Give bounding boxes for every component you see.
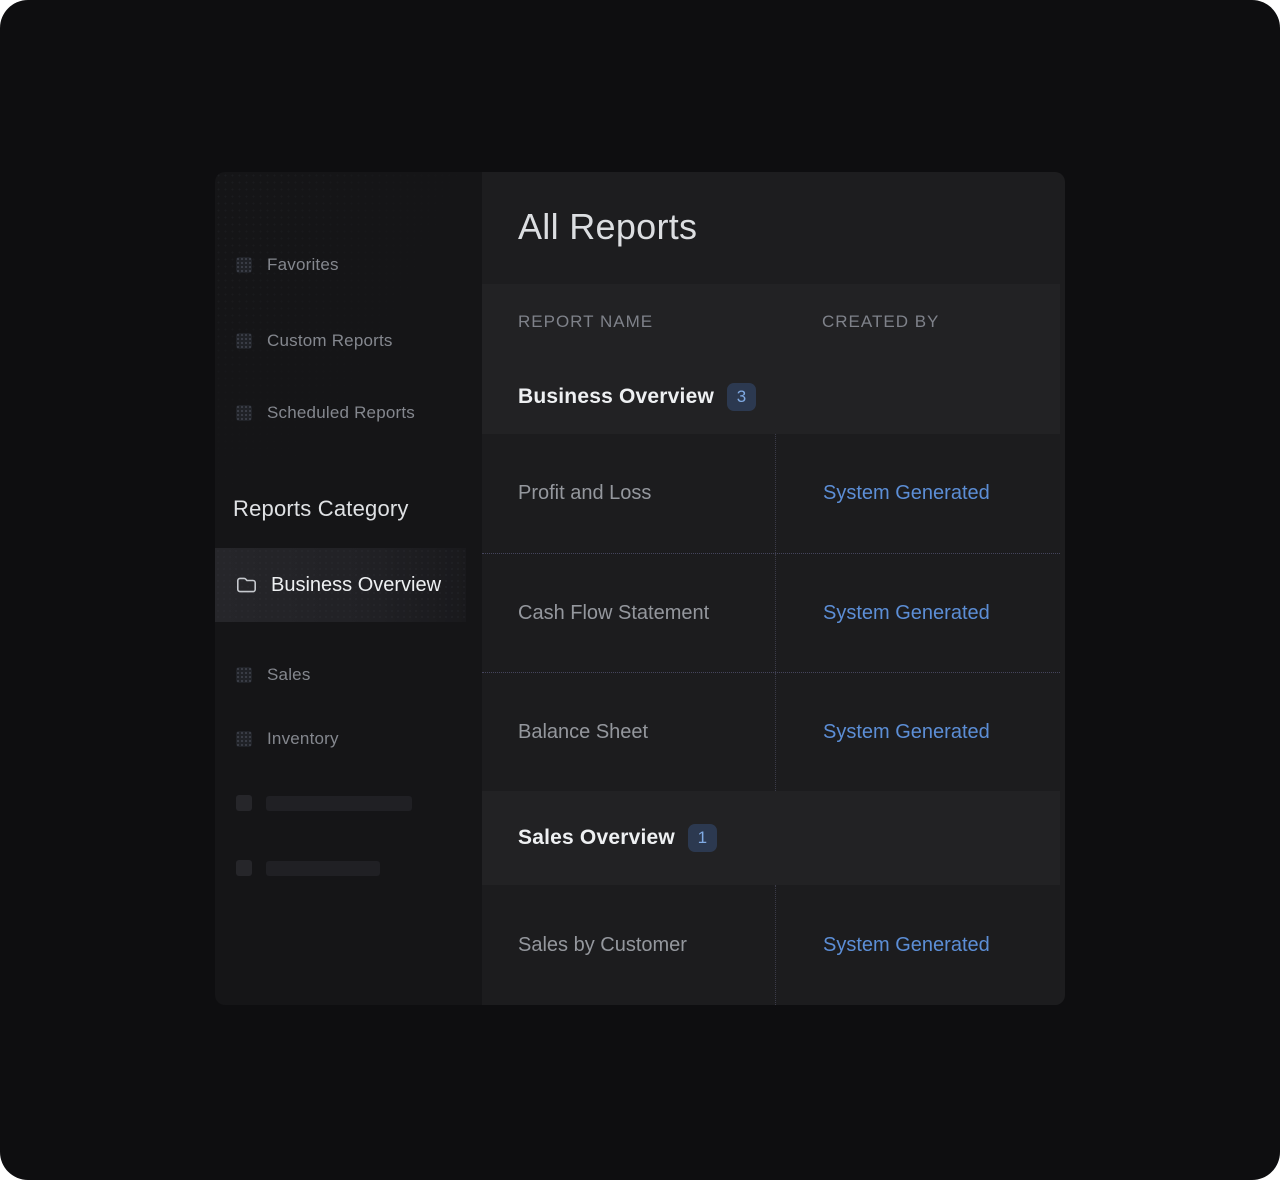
table-row-balance-sheet[interactable]: Balance Sheet System Generated [482, 672, 1060, 791]
report-name-cell[interactable]: Sales by Customer [482, 885, 775, 1005]
sidebar-item-label: Scheduled Reports [267, 403, 415, 423]
created-by-cell: System Generated [775, 673, 1060, 791]
table-row-sales-by-customer[interactable]: Sales by Customer System Generated [482, 885, 1060, 1005]
skeleton-bar [266, 861, 380, 876]
sidebar-item-label: Favorites [267, 255, 339, 275]
created-by-cell: System Generated [775, 554, 1060, 672]
skeleton-bar [266, 796, 412, 811]
report-name-cell[interactable]: Balance Sheet [482, 673, 775, 791]
scheduled-reports-icon [236, 405, 252, 421]
skeleton-icon [236, 795, 252, 811]
created-by-cell: System Generated [775, 885, 1060, 1005]
column-header-report-name: REPORT NAME [482, 312, 775, 332]
sidebar-item-label: Sales [267, 665, 311, 685]
reports-card: Favorites Custom Reports Scheduled Repor… [215, 172, 1065, 1005]
favorites-icon [236, 257, 252, 273]
table-header-row: REPORT NAME CREATED BY [482, 284, 1060, 360]
skeleton-item [236, 787, 412, 819]
skeleton-item [236, 852, 380, 884]
table-row-cash-flow-statement[interactable]: Cash Flow Statement System Generated [482, 553, 1060, 672]
sidebar-item-custom-reports[interactable]: Custom Reports [236, 325, 393, 357]
group-header-sales-overview[interactable]: Sales Overview 1 [482, 791, 1060, 885]
inventory-icon [236, 731, 252, 747]
group-title: Business Overview [518, 385, 714, 409]
table-row-profit-and-loss[interactable]: Profit and Loss System Generated [482, 434, 1060, 553]
skeleton-icon [236, 860, 252, 876]
sidebar-item-inventory[interactable]: Inventory [236, 723, 339, 755]
sidebar-item-sales[interactable]: Sales [236, 659, 311, 691]
app-canvas: Favorites Custom Reports Scheduled Repor… [0, 0, 1280, 1180]
reports-category-heading: Reports Category [233, 496, 409, 522]
sales-icon [236, 667, 252, 683]
sidebar-item-label: Inventory [267, 729, 339, 749]
group-title: Sales Overview [518, 826, 675, 850]
group-header-business-overview[interactable]: Business Overview 3 [482, 360, 1060, 434]
count-badge: 3 [727, 383, 756, 411]
sidebar-item-label: Custom Reports [267, 331, 393, 351]
custom-reports-icon [236, 333, 252, 349]
reports-table: REPORT NAME CREATED BY Business Overview… [482, 284, 1060, 1005]
sidebar-item-favorites[interactable]: Favorites [236, 249, 339, 281]
column-header-created-by: CREATED BY [775, 312, 1060, 332]
report-name-cell[interactable]: Cash Flow Statement [482, 554, 775, 672]
report-name-cell[interactable]: Profit and Loss [482, 434, 775, 553]
page-title: All Reports [518, 206, 697, 248]
sidebar-item-label: Business Overview [271, 574, 441, 597]
count-badge: 1 [688, 824, 717, 852]
reports-sidebar: Favorites Custom Reports Scheduled Repor… [215, 172, 482, 1005]
sidebar-item-business-overview-selected[interactable]: Business Overview [215, 548, 466, 622]
reports-main-panel: All Reports REPORT NAME CREATED BY Busin… [482, 172, 1065, 1005]
created-by-cell: System Generated [775, 434, 1060, 553]
folder-icon [236, 576, 257, 594]
sidebar-item-scheduled-reports[interactable]: Scheduled Reports [236, 397, 415, 429]
